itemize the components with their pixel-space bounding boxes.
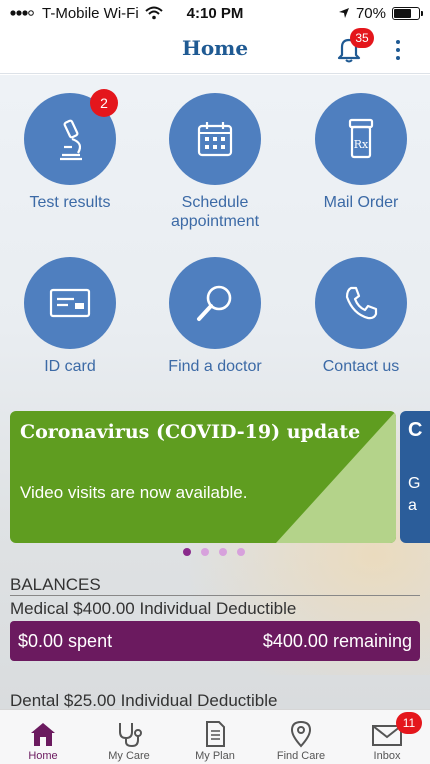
carrier-name: T-Mobile Wi-Fi	[42, 4, 139, 22]
signal-icon	[10, 10, 34, 16]
covid-card-body: Video visits are now available.	[20, 483, 248, 502]
search-icon	[197, 285, 232, 321]
status-left: T-Mobile Wi-Fi	[10, 5, 163, 22]
carousel-dot[interactable]	[201, 548, 209, 556]
test-results-badge: 2	[90, 89, 118, 117]
find-a-doctor-label: Find a doctor	[168, 358, 262, 375]
mail-order-button[interactable]: Rx Mail Order	[291, 93, 430, 212]
id-card-button[interactable]: ID card	[0, 257, 140, 376]
dot	[396, 56, 400, 60]
find-a-doctor-circle[interactable]	[169, 257, 261, 349]
carousel-dot[interactable]	[237, 548, 245, 556]
next-card-title: C	[408, 419, 423, 441]
battery-fill	[394, 8, 411, 18]
tab-inbox-label: Inbox	[373, 750, 401, 762]
tab-my-plan-label: My Plan	[195, 750, 235, 762]
contact-us-label: Contact us	[322, 358, 400, 375]
tab-home-label: Home	[28, 750, 58, 762]
next-carousel-card[interactable]: C G a	[400, 411, 430, 543]
app-header: Home 35	[0, 26, 430, 74]
next-card-line-1: G	[408, 475, 421, 492]
medical-spent: $0.00 spent	[18, 630, 113, 651]
battery-percent: 70%	[355, 4, 386, 22]
dental-deductible-label: Dental $25.00 Individual Deductible	[10, 691, 278, 709]
schedule-appointment-circle[interactable]	[169, 93, 261, 185]
id-card-label: ID card	[44, 358, 96, 375]
covid-card-title: Coronavirus (COVID-19) update	[20, 421, 361, 443]
more-menu-icon[interactable]	[388, 36, 408, 64]
test-results-label: Test results	[29, 194, 111, 211]
battery-icon	[392, 6, 423, 20]
microscope-icon	[60, 119, 82, 161]
location-arrow-icon	[338, 8, 349, 18]
tab-my-care[interactable]: My Care	[86, 710, 172, 764]
stethoscope-icon	[119, 723, 142, 748]
next-card-body: G a	[408, 473, 420, 517]
carousel-pagination[interactable]	[183, 548, 245, 556]
test-results-button[interactable]: 2 Test results	[0, 89, 140, 212]
tab-home[interactable]: Home	[0, 710, 86, 764]
divider	[10, 595, 420, 596]
notification-badge: 35	[350, 28, 374, 48]
medical-deductible-label: Medical $400.00 Individual Deductible	[10, 599, 297, 618]
tab-my-plan[interactable]: My Plan	[172, 710, 258, 764]
tab-my-care-label: My Care	[108, 750, 150, 762]
id-card-circle[interactable]	[24, 257, 116, 349]
status-right: 70%	[338, 4, 423, 22]
id-card-icon	[49, 288, 91, 318]
schedule-appointment-label: Schedule appointment	[170, 194, 260, 230]
find-a-doctor-button[interactable]: Find a doctor	[145, 257, 285, 376]
tab-inbox[interactable]: Inbox 11	[344, 710, 430, 764]
carousel-dot[interactable]	[183, 548, 191, 556]
main-content[interactable]: 2 Test results Schedule appointment Rx M…	[0, 75, 430, 709]
medical-remaining: $400.00 remaining	[262, 630, 412, 651]
contact-us-button[interactable]: Contact us	[291, 257, 430, 376]
next-card-line-2: a	[408, 497, 417, 514]
document-icon	[206, 721, 225, 747]
carousel-dot[interactable]	[219, 548, 227, 556]
bottom-tab-bar: Home My Care My Plan Find Care Inbox 11	[0, 709, 430, 764]
status-bar: T-Mobile Wi-Fi 4:10 PM 70%	[0, 0, 430, 26]
schedule-appointment-button[interactable]: Schedule appointment	[145, 93, 285, 231]
test-results-circle[interactable]: 2	[24, 89, 118, 185]
svg-text:Rx: Rx	[354, 138, 369, 151]
balances-heading: BALANCES	[10, 575, 101, 594]
medical-deductible-bar[interactable]: $0.00 spent $400.00 remaining	[10, 621, 420, 661]
tab-find-care[interactable]: Find Care	[258, 710, 344, 764]
mail-order-circle[interactable]: Rx	[315, 93, 407, 185]
mail-order-label: Mail Order	[323, 194, 399, 211]
calendar-icon	[197, 122, 233, 157]
wifi-icon	[145, 6, 163, 20]
dot	[396, 40, 400, 44]
dot	[396, 48, 400, 52]
inbox-badge: 11	[396, 712, 422, 734]
tab-find-care-label: Find Care	[276, 750, 326, 762]
phone-icon	[345, 286, 378, 320]
covid-update-card[interactable]: Coronavirus (COVID-19) update Video visi…	[10, 411, 396, 543]
location-pin-icon	[290, 720, 312, 748]
contact-us-circle[interactable]	[315, 257, 407, 349]
home-icon	[31, 723, 55, 746]
prescription-bottle-icon: Rx	[348, 118, 374, 159]
